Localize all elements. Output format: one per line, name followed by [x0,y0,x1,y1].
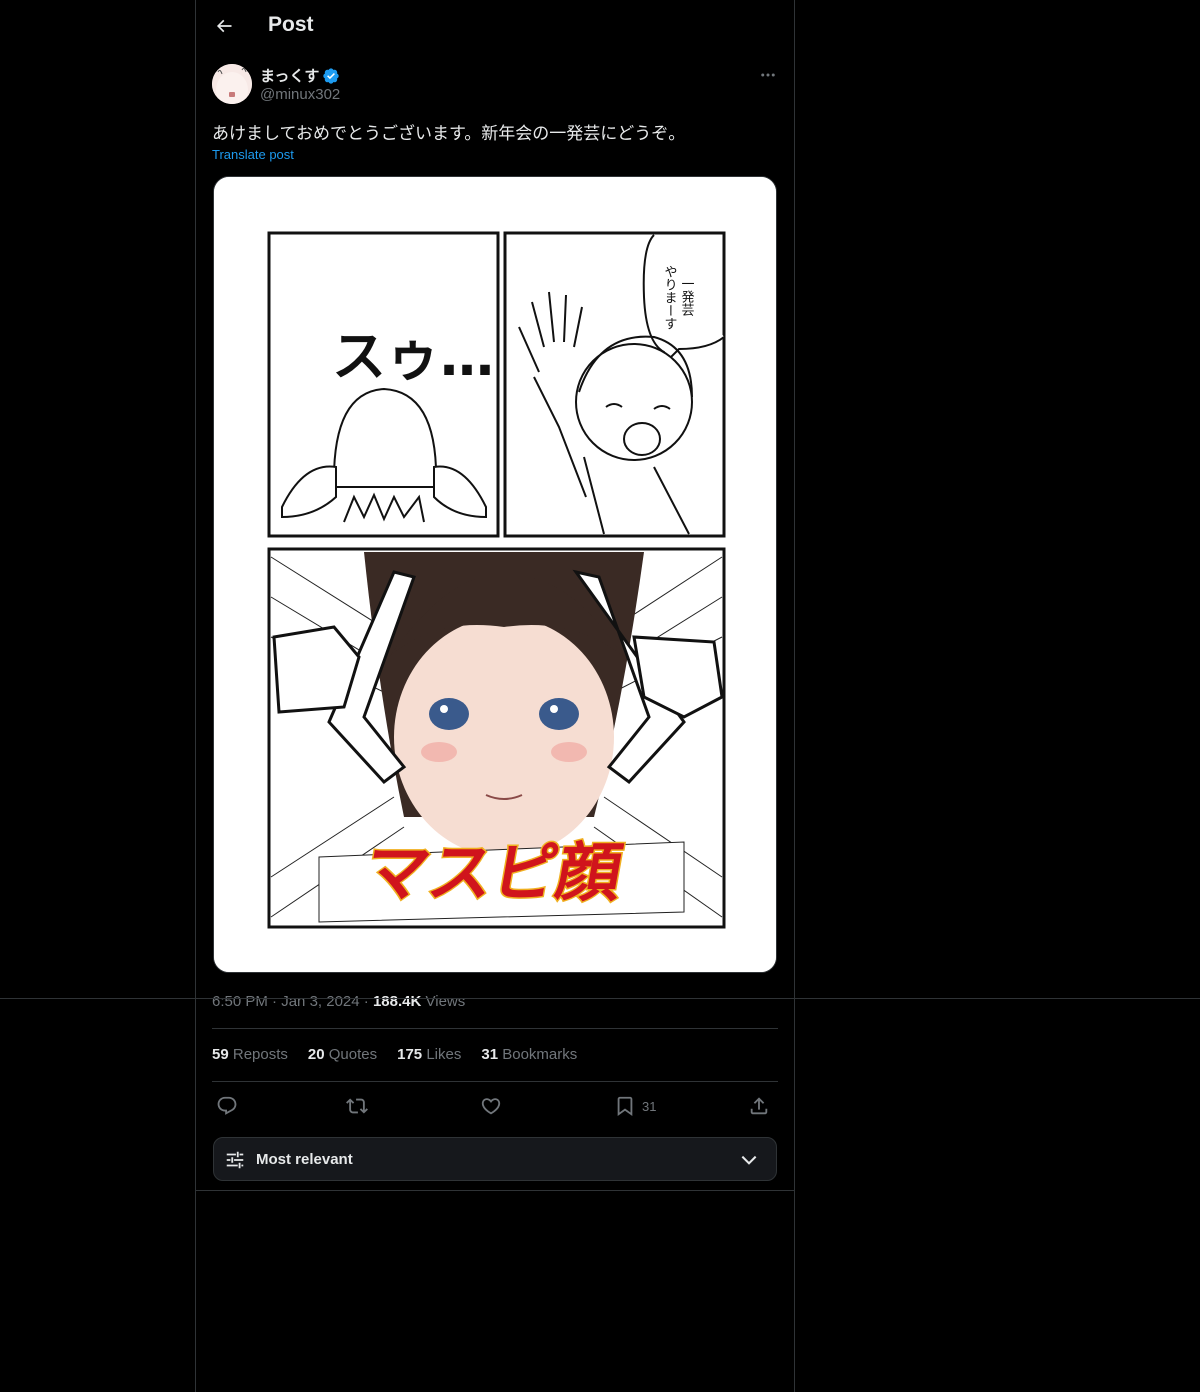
divider-bottom [212,1081,778,1082]
reply-icon [217,1096,237,1115]
speech-text-2: やりまーす [662,265,678,330]
divider-top [212,1028,778,1029]
back-button[interactable] [208,10,240,42]
reply-button[interactable] [216,1092,238,1120]
manga-image: スゥ… 一発芸 やりまーす マスピ顔 [214,177,776,972]
meta-separator-2: · [363,993,373,1010]
page-title: Post [268,13,314,36]
views-count: 188.4K [372,993,422,1010]
stat-reposts[interactable]: 59 Reposts [212,1046,288,1063]
sort-label: Most relevant [256,1151,353,1168]
sfx-text: スゥ… [332,325,494,388]
section-border [196,1190,794,1191]
repost-button[interactable] [346,1092,368,1120]
views-label: Views [425,993,466,1010]
more-dots-icon [761,73,775,77]
avatar[interactable] [212,64,252,104]
verified-badge-icon [323,67,340,84]
heart-icon [481,1098,501,1115]
banner-text: マスピ顔 [359,836,629,910]
bookmark-icon [617,1096,633,1117]
sliders-icon [226,1151,244,1169]
post-time[interactable]: 6:50 PM [212,993,268,1010]
post-media-image[interactable]: スゥ… 一発芸 やりまーす マスピ顔 [213,176,777,973]
post-meta: 6:50 PM · Jan 3, 2024 · 188.4K Views [212,993,465,1010]
post-text: あけましておめでとうございます。新年会の一発芸にどうぞ。 [212,124,686,143]
girl-face [394,617,614,857]
bookmark-count: 31 [642,1098,657,1114]
chevron-down-icon [741,1155,757,1165]
post-column: Post まっくす @minux302 あけましておめでとうございます。新年会の… [195,0,795,1392]
stat-bookmarks[interactable]: 31 Bookmarks [481,1046,577,1063]
author-handle[interactable]: @minux302 [260,86,340,103]
author-name[interactable]: まっくす [260,65,340,86]
overlay-separator-line [0,998,1200,999]
stat-likes[interactable]: 175 Likes [397,1046,461,1063]
author-display-name: まっくす [260,68,320,85]
share-icon [750,1097,768,1115]
action-bar: 31 [212,1092,778,1120]
bookmark-button[interactable]: 31 [614,1092,656,1120]
share-button[interactable] [748,1092,770,1120]
speech-text-1: 一発芸 [679,277,695,317]
translate-post-link[interactable]: Translate post [212,147,294,162]
meta-separator-1: · [272,993,282,1010]
post-date[interactable]: Jan 3, 2024 [281,993,359,1010]
post-stats: 59 Reposts 20 Quotes 175 Likes 31 Bookma… [212,1046,577,1063]
avatar-image [212,64,252,104]
stat-quotes[interactable]: 20 Quotes [308,1046,377,1063]
post-header: Post [196,0,794,54]
arrow-left-icon [216,19,232,33]
like-button[interactable] [480,1092,502,1120]
more-options-button[interactable] [756,64,780,86]
reply-sort-dropdown[interactable]: Most relevant [213,1137,777,1181]
repost-icon [346,1098,368,1114]
